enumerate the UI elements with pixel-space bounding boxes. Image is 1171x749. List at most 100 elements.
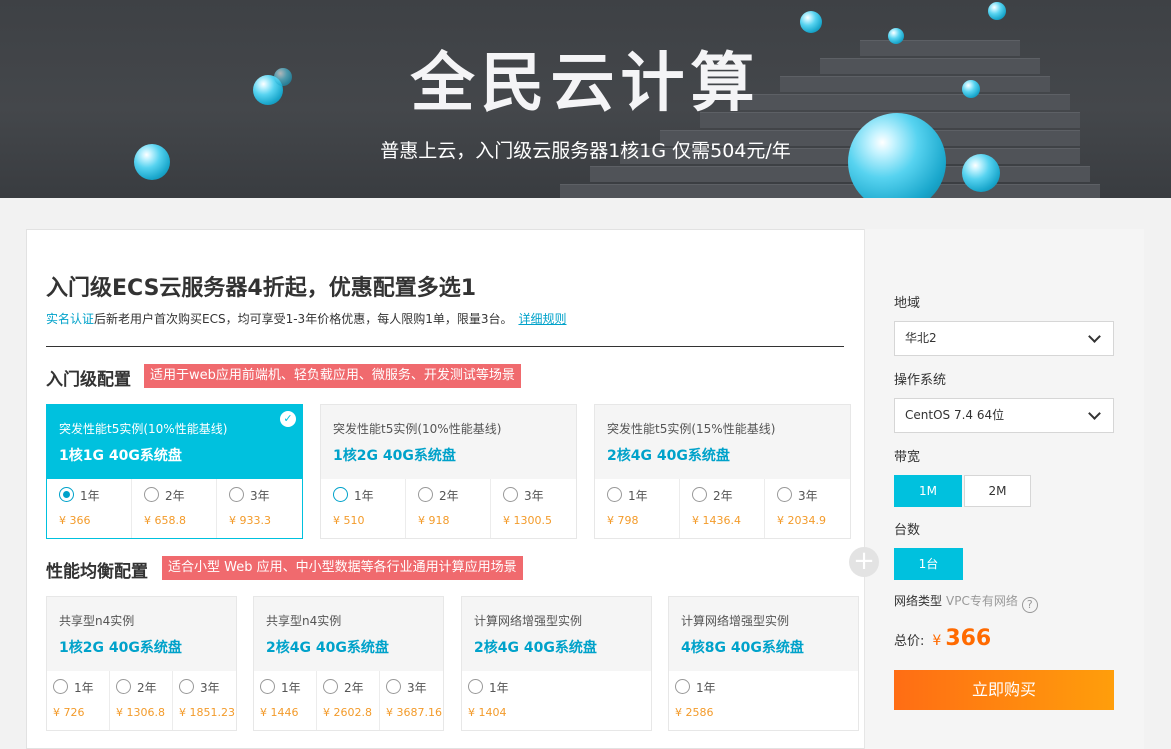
network-type: 网络类型 VPC专有网络? (894, 592, 1038, 613)
term-option[interactable]: 3年 ¥ 1300.5 (491, 479, 576, 538)
radio-button[interactable] (53, 679, 68, 694)
term-label: 3年 (798, 489, 818, 503)
radio-button[interactable] (418, 487, 433, 502)
plan-card-header[interactable]: 计算网络增强型实例 2核4G 40G系统盘 (462, 597, 651, 671)
term-price: ¥ 918 (418, 514, 450, 527)
term-option[interactable]: 1年 ¥ 1446 (254, 671, 317, 730)
term-option[interactable]: 3年 ¥ 2034.9 (765, 479, 850, 538)
help-icon[interactable]: ? (1021, 597, 1038, 613)
plan-card[interactable]: 突发性能t5实例(15%性能基线) 2核4G 40G系统盘 1年 ¥ 798 2… (594, 404, 851, 539)
plan-card-header[interactable]: 共享型n4实例 1核2G 40G系统盘 (47, 597, 236, 671)
radio-button[interactable] (144, 487, 159, 502)
plan-card-header[interactable]: 突发性能t5实例(10%性能基线) 1核1G 40G系统盘 ✓ (47, 405, 302, 479)
term-label: 3年 (200, 681, 220, 695)
term-option[interactable]: 1年 ¥ 366 (47, 479, 132, 538)
plan-card[interactable]: 突发性能t5实例(10%性能基线) 1核2G 40G系统盘 1年 ¥ 510 2… (320, 404, 577, 539)
radio-button[interactable] (607, 487, 622, 502)
radio-button[interactable] (229, 487, 244, 502)
section-title-entry: 入门级配置 (46, 370, 131, 390)
term-option[interactable]: 2年 ¥ 918 (406, 479, 491, 538)
term-label: 3年 (250, 489, 270, 503)
term-option[interactable]: 3年 ¥ 3687.16 (380, 671, 443, 730)
instance-type: 共享型n4实例 (59, 614, 135, 628)
instance-spec: 4核8G 40G系统盘 (681, 640, 804, 656)
instance-type: 突发性能t5实例(10%性能基线) (333, 422, 502, 436)
add-icon[interactable]: + (849, 547, 879, 577)
term-price: ¥ 2034.9 (777, 514, 826, 527)
term-option[interactable]: 2年 ¥ 1436.4 (680, 479, 765, 538)
term-option[interactable]: 1年 ¥ 798 (595, 479, 680, 538)
section-tag-balanced: 适合小型 Web 应用、中小型数据等各行业通用计算应用场景 (162, 556, 523, 580)
term-price: ¥ 1446 (260, 706, 299, 719)
plan-card-header[interactable]: 突发性能t5实例(10%性能基线) 1核2G 40G系统盘 (321, 405, 576, 479)
instance-type: 突发性能t5实例(15%性能基线) (607, 422, 776, 436)
term-price: ¥ 1436.4 (692, 514, 741, 527)
offer-notice: 实名认证后新老用户首次购买ECS，均可享受1-3年价格优惠，每人限购1单，限量3… (46, 310, 566, 327)
term-option[interactable]: 1年 ¥ 1404 (462, 671, 651, 730)
term-option[interactable]: 2年 ¥ 658.8 (132, 479, 217, 538)
plan-card-header[interactable]: 计算网络增强型实例 4核8G 40G系统盘 (669, 597, 858, 671)
radio-button[interactable] (179, 679, 194, 694)
term-option[interactable]: 3年 ¥ 933.3 (217, 479, 302, 538)
radio-button[interactable] (59, 487, 74, 502)
os-select[interactable]: CentOS 7.4 64位 (894, 398, 1114, 433)
offer-title: 入门级ECS云服务器4折起，优惠配置多选1 (46, 276, 477, 301)
term-label: 1年 (628, 489, 648, 503)
plan-card[interactable]: 共享型n4实例 2核4G 40G系统盘 1年 ¥ 1446 2年 ¥ 2602.… (253, 596, 444, 731)
term-option[interactable]: 2年 ¥ 2602.8 (317, 671, 380, 730)
verification-link[interactable]: 实名认证 (46, 312, 94, 326)
radio-button[interactable] (777, 487, 792, 502)
bandwidth-1m-button[interactable]: 1M (894, 475, 962, 507)
term-price: ¥ 726 (53, 706, 85, 719)
term-option[interactable]: 1年 ¥ 510 (321, 479, 406, 538)
section-title-balanced: 性能均衡配置 (46, 562, 148, 582)
term-price: ¥ 2602.8 (323, 706, 372, 719)
instance-spec: 1核1G 40G系统盘 (59, 448, 182, 464)
banner-title: 全民云计算 (410, 47, 761, 121)
radio-button[interactable] (260, 679, 275, 694)
plan-card[interactable]: 计算网络增强型实例 4核8G 40G系统盘 1年 ¥ 2586 (668, 596, 859, 731)
sphere-decoration (988, 2, 1006, 20)
radio-button[interactable] (503, 487, 518, 502)
check-icon: ✓ (280, 411, 296, 427)
plan-card[interactable]: 共享型n4实例 1核2G 40G系统盘 1年 ¥ 726 2年 ¥ 1306.8… (46, 596, 237, 731)
instance-spec: 2核4G 40G系统盘 (607, 448, 730, 464)
os-label: 操作系统 (894, 373, 947, 388)
radio-button[interactable] (386, 679, 401, 694)
plan-card[interactable]: 计算网络增强型实例 2核4G 40G系统盘 1年 ¥ 1404 (461, 596, 652, 731)
instance-spec: 2核4G 40G系统盘 (474, 640, 597, 656)
term-label: 2年 (344, 681, 364, 695)
term-label: 2年 (439, 489, 459, 503)
radio-button[interactable] (333, 487, 348, 502)
radio-button[interactable] (675, 679, 690, 694)
instance-type: 突发性能t5实例(10%性能基线) (59, 422, 228, 436)
region-label: 地域 (894, 296, 921, 311)
term-label: 1年 (281, 681, 301, 695)
hero-banner: 全民云计算 普惠上云，入门级云服务器1核1G 仅需504元/年 (0, 0, 1171, 198)
term-option[interactable]: 1年 ¥ 2586 (669, 671, 858, 730)
term-option[interactable]: 2年 ¥ 1306.8 (110, 671, 173, 730)
radio-button[interactable] (323, 679, 338, 694)
radio-button[interactable] (116, 679, 131, 694)
radio-button[interactable] (692, 487, 707, 502)
rules-link[interactable]: 详细规则 (518, 312, 566, 326)
network-label: 网络类型 (894, 594, 943, 608)
total-price: 总价: ¥366 (894, 626, 991, 651)
term-label: 1年 (489, 681, 509, 695)
plan-card[interactable]: 突发性能t5实例(10%性能基线) 1核1G 40G系统盘 ✓ 1年 ¥ 366… (46, 404, 303, 539)
instance-spec: 1核2G 40G系统盘 (59, 640, 182, 656)
term-option[interactable]: 3年 ¥ 1851.23 (173, 671, 236, 730)
bandwidth-label: 带宽 (894, 450, 921, 465)
instance-type: 计算网络增强型实例 (474, 614, 583, 628)
region-select[interactable]: 华北2 (894, 321, 1114, 356)
notice-text: 后新老用户首次购买ECS，均可享受1-3年价格优惠，每人限购1单，限量3台。 (94, 312, 513, 326)
term-price: ¥ 510 (333, 514, 365, 527)
banner-subtitle: 普惠上云，入门级云服务器1核1G 仅需504元/年 (380, 140, 791, 162)
plan-card-header[interactable]: 共享型n4实例 2核4G 40G系统盘 (254, 597, 443, 671)
count-button[interactable]: 1台 (894, 548, 963, 580)
term-option[interactable]: 1年 ¥ 726 (47, 671, 110, 730)
radio-button[interactable] (468, 679, 483, 694)
buy-now-button[interactable]: 立即购买 (894, 670, 1114, 710)
bandwidth-2m-button[interactable]: 2M (964, 475, 1031, 507)
plan-card-header[interactable]: 突发性能t5实例(15%性能基线) 2核4G 40G系统盘 (595, 405, 850, 479)
